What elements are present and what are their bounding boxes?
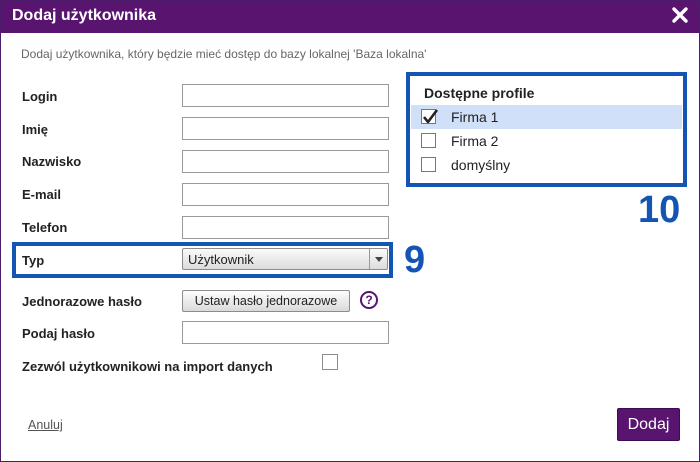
password-field[interactable] xyxy=(182,321,389,344)
set-one-time-password-button[interactable]: Ustaw hasło jednorazowe xyxy=(182,290,350,312)
allow-import-checkbox[interactable] xyxy=(322,354,338,370)
add-button[interactable]: Dodaj xyxy=(617,408,680,441)
login-field[interactable] xyxy=(182,84,389,107)
type-select[interactable]: Użytkownik xyxy=(182,248,388,270)
allow-import-label: Zezwól użytkownikowi na import danych xyxy=(22,359,273,374)
last-name-field[interactable] xyxy=(182,150,389,173)
profile-item-firma-2[interactable]: Firma 2 xyxy=(411,129,682,153)
phone-label: Telefon xyxy=(22,220,68,235)
type-select-value: Użytkownik xyxy=(188,252,254,267)
profile-item-firma-1[interactable]: Firma 1 xyxy=(411,105,682,129)
annotation-number-10: 10 xyxy=(638,189,681,231)
profiles-panel: Dostępne profile Firma 1 Firma 2 domyśln… xyxy=(406,72,687,187)
profile-label-domyslny: domyślny xyxy=(451,157,511,173)
login-label: Login xyxy=(22,89,58,104)
profile-checkbox-firma-1[interactable] xyxy=(421,109,439,124)
profile-checkbox-firma-2[interactable] xyxy=(421,133,436,148)
dialog-title: Dodaj użytkownika xyxy=(12,7,157,24)
first-name-field[interactable] xyxy=(182,117,389,140)
profile-label-firma-1: Firma 1 xyxy=(451,109,499,125)
cancel-link[interactable]: Anuluj xyxy=(28,418,63,432)
annotation-number-9: 9 xyxy=(404,239,426,281)
email-label: E-mail xyxy=(22,187,62,202)
checkmark-icon xyxy=(422,109,439,124)
chevron-down-icon[interactable] xyxy=(369,249,387,269)
phone-field[interactable] xyxy=(182,216,389,239)
password-label: Podaj hasło xyxy=(22,326,95,341)
one-time-password-label: Jednorazowe hasło xyxy=(22,294,142,309)
profile-label-firma-2: Firma 2 xyxy=(451,133,499,149)
last-name-label: Nazwisko xyxy=(22,154,82,169)
add-user-dialog: Dodaj użytkownika Dodaj użytkownika, któ… xyxy=(0,0,700,462)
close-icon[interactable] xyxy=(671,6,689,24)
profile-checkbox-domyslny[interactable] xyxy=(421,157,436,172)
first-name-label: Imię xyxy=(22,122,49,137)
email-field[interactable] xyxy=(182,183,389,206)
profiles-title: Dostępne profile xyxy=(424,85,535,101)
dialog-titlebar: Dodaj użytkownika xyxy=(1,1,699,33)
help-icon[interactable]: ? xyxy=(360,291,378,309)
type-label: Typ xyxy=(22,253,45,268)
dialog-description: Dodaj użytkownika, który będzie mieć dos… xyxy=(21,47,427,61)
profile-item-domyslny[interactable]: domyślny xyxy=(411,153,682,177)
